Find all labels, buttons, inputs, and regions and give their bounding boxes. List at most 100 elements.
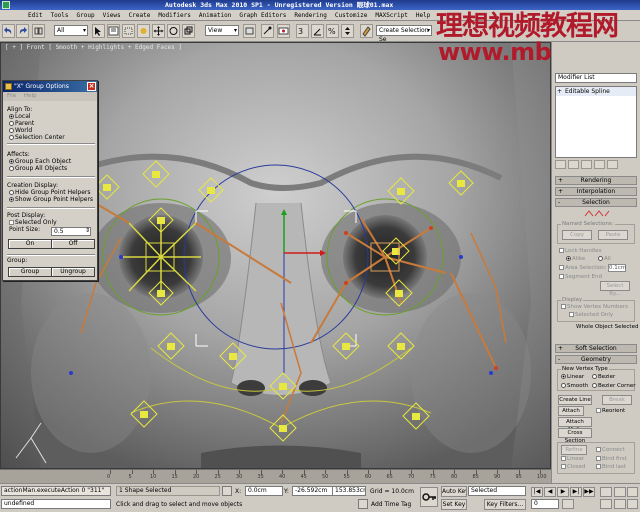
pivot-center-icon[interactable] (243, 24, 256, 38)
field-of-view-icon[interactable] (600, 499, 612, 509)
show-group-helpers-radio[interactable]: Show Group Point Helpers (7, 196, 95, 203)
area-selection-spinner[interactable]: 0.1cm (608, 264, 626, 272)
configure-modifier-sets-icon[interactable] (607, 160, 618, 169)
viewport-label[interactable]: [ + ] Front [ Smooth + Highlights + Edge… (5, 44, 182, 51)
dialog-title-bar[interactable]: "X" Group Options × (3, 81, 97, 92)
time-tag-icon[interactable] (358, 499, 368, 509)
align-selection-center-radio[interactable]: Selection Center (7, 134, 95, 141)
set-key-button[interactable]: Set Key (441, 499, 467, 510)
area-selection-checkbox[interactable]: Area Selection: (559, 265, 607, 271)
redo-icon[interactable] (16, 24, 29, 38)
menu-graph-editors[interactable]: Graph Editors (235, 10, 290, 21)
group-button[interactable]: Group (8, 267, 52, 277)
select-by-name-icon[interactable] (107, 24, 120, 38)
paste-button[interactable]: Paste (598, 230, 628, 240)
point-size-spinner[interactable]: 0.5 (51, 227, 91, 236)
attach-button[interactable]: Attach (558, 406, 584, 416)
ungroup-button[interactable]: Ungroup (51, 267, 95, 277)
off-button[interactable]: Off (51, 239, 95, 249)
menu-rendering[interactable]: Rendering (290, 10, 331, 21)
align-local-radio[interactable]: Local (7, 113, 95, 120)
menu-maxscript[interactable]: MAXScript (371, 10, 412, 21)
cross-section-button[interactable]: Cross Section (558, 428, 592, 444)
select-by-button[interactable]: Select By... (600, 281, 630, 297)
menu-edit[interactable]: Edit (24, 10, 46, 21)
edit-named-selection-icon[interactable] (360, 24, 373, 38)
group-all-objects-radio[interactable]: Group All Objects (7, 165, 95, 172)
add-time-tag[interactable]: Add Time Tag (371, 501, 411, 508)
time-configuration-icon[interactable] (562, 499, 574, 509)
soft-selection-rollout[interactable]: Soft Selection (555, 344, 637, 353)
menu-group[interactable]: Group (73, 10, 99, 21)
dialog-menu-help[interactable]: Help (24, 93, 37, 99)
smooth-radio[interactable]: Smooth (561, 383, 588, 389)
reference-coord-select[interactable]: View (205, 25, 239, 36)
current-frame-field[interactable]: 0 (531, 499, 559, 509)
hide-group-helpers-radio[interactable]: Hide Group Point Helpers (7, 189, 95, 196)
show-vertex-numbers-checkbox[interactable]: Show Vertex Numbers (561, 304, 628, 310)
menu-customize[interactable]: Customize (331, 10, 372, 21)
subobject-level-icons[interactable] (582, 209, 612, 218)
align-world-radio[interactable]: World (7, 127, 95, 134)
geometry-rollout[interactable]: Geometry (555, 355, 637, 364)
stack-item-editable-spline[interactable]: Editable Spline (556, 87, 636, 96)
menu-create[interactable]: Create (125, 10, 155, 21)
scale-icon[interactable] (182, 24, 195, 38)
rotate-icon[interactable] (167, 24, 180, 38)
lock-selection-icon[interactable] (222, 486, 232, 496)
app-icon[interactable] (2, 1, 10, 9)
show-end-result-icon[interactable] (568, 160, 579, 169)
refine-linear-checkbox[interactable]: Linear (561, 456, 584, 462)
menu-views[interactable]: Views (99, 10, 125, 21)
rendering-rollout[interactable]: Rendering (555, 176, 637, 185)
select-manipulate-icon[interactable] (261, 24, 274, 38)
pan-icon[interactable] (614, 499, 626, 509)
maxscript-listener-output[interactable]: actionMan.executeAction 0 "311" (1, 486, 111, 496)
named-selection-set-select[interactable]: Create Selection Se (376, 25, 432, 43)
menu-help[interactable]: Help (412, 10, 434, 21)
close-icon[interactable]: × (87, 82, 96, 91)
pin-stack-icon[interactable] (555, 160, 566, 169)
attach-mult-button[interactable]: Attach Mult. (558, 417, 592, 433)
all-radio[interactable]: All (598, 256, 611, 262)
percent-snap-icon[interactable]: % (326, 24, 339, 38)
select-object-icon[interactable] (92, 24, 105, 38)
bind-last-checkbox[interactable]: Bind last (596, 464, 626, 470)
angle-snap-icon[interactable] (311, 24, 324, 38)
menu-tools[interactable]: Tools (46, 10, 72, 21)
zoom-extents-icon[interactable] (627, 487, 638, 497)
go-to-start-icon[interactable]: |◀ (531, 487, 543, 497)
reorient-checkbox[interactable]: Reorient (596, 408, 625, 414)
display-selected-only-checkbox[interactable]: Selected Only (569, 312, 613, 318)
bezier-radio[interactable]: Bezier (592, 374, 615, 380)
orbit-icon[interactable] (627, 499, 638, 509)
modifier-list-select[interactable]: Modifier List (555, 73, 637, 83)
menu-animation[interactable]: Animation (195, 10, 236, 21)
selection-rollout[interactable]: Selection (555, 198, 637, 207)
align-parent-radio[interactable]: Parent (7, 120, 95, 127)
copy-button[interactable]: Copy (562, 230, 592, 240)
set-key-icon[interactable] (420, 487, 438, 507)
refine-button[interactable]: Refine (561, 445, 587, 455)
bind-first-checkbox[interactable]: Bind first (596, 456, 627, 462)
segment-end-checkbox[interactable]: Segment End (559, 274, 602, 280)
z-coordinate-field[interactable]: 153.853cm (332, 486, 366, 496)
play-icon[interactable]: ▶ (557, 487, 569, 497)
x-coordinate-field[interactable]: 0.0cm (245, 486, 283, 496)
on-button[interactable]: On (8, 239, 52, 249)
modifier-stack[interactable]: Editable Spline (555, 86, 637, 158)
linear-radio[interactable]: Linear (561, 374, 584, 380)
snap-3d-icon[interactable]: 3 (296, 24, 309, 38)
selected-only-checkbox[interactable]: Selected Only (7, 219, 95, 226)
interpolation-rollout[interactable]: Interpolation (555, 187, 637, 196)
dialog-menu-file[interactable]: File (7, 93, 16, 99)
make-unique-icon[interactable] (581, 160, 592, 169)
group-each-object-radio[interactable]: Group Each Object (7, 158, 95, 165)
closed-checkbox[interactable]: Closed (561, 464, 585, 470)
zoom-icon[interactable] (600, 487, 612, 497)
time-track-bar[interactable]: 0 5 10 15 20 25 30 35 40 45 50 55 60 65 70 75 80 85 90 95 10… (0, 469, 551, 483)
undo-icon[interactable] (2, 24, 15, 38)
y-coordinate-field[interactable]: -26.592cm (292, 486, 334, 496)
connect-checkbox[interactable]: Connect (596, 447, 625, 453)
rect-region-icon[interactable] (122, 24, 135, 38)
